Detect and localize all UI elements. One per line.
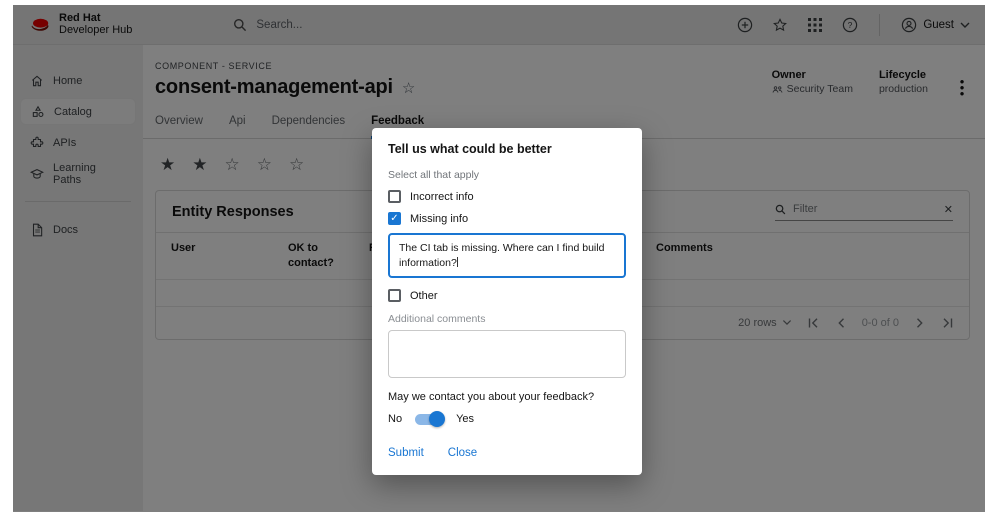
option-label: Missing info [410,213,468,225]
submit-button[interactable]: Submit [388,447,424,459]
option-label: Other [410,290,438,302]
checkbox-unchecked-icon[interactable] [388,190,401,203]
feedback-dialog: Tell us what could be better Select all … [372,128,642,475]
additional-comments-label: Additional comments [388,313,626,325]
toggle-no-label: No [388,413,402,425]
contact-question: May we contact you about your feedback? [388,391,626,403]
close-button[interactable]: Close [448,447,477,459]
app-window: Red Hat Developer Hub Search... [13,5,985,512]
checkbox-checked-icon[interactable]: ✓ [388,212,401,225]
option-other[interactable]: Other [388,289,626,302]
option-incorrect-info[interactable]: Incorrect info [388,190,626,203]
missing-info-textarea[interactable]: The CI tab is missing. Where can I find … [388,233,626,278]
missing-info-text: The CI tab is missing. Where can I find … [399,242,604,269]
option-missing-info[interactable]: ✓ Missing info [388,212,626,225]
additional-comments-textarea[interactable] [388,330,626,378]
text-caret [457,257,458,267]
option-label: Incorrect info [410,191,474,203]
dialog-subtitle: Select all that apply [388,169,626,181]
checkbox-unchecked-icon[interactable] [388,289,401,302]
toggle-knob [429,411,445,427]
dialog-title: Tell us what could be better [388,142,626,156]
contact-toggle[interactable] [415,414,443,425]
toggle-yes-label: Yes [456,413,474,425]
